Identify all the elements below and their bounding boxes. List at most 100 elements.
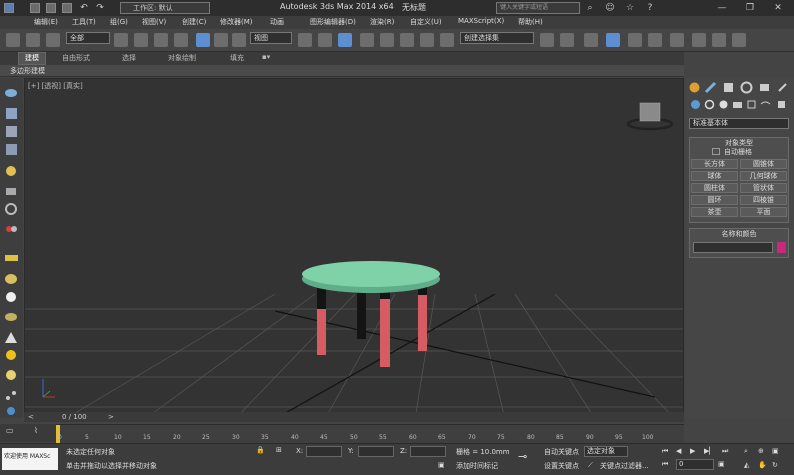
user-icon[interactable]: ☺ xyxy=(604,2,616,14)
layer-manager-icon[interactable] xyxy=(584,33,598,47)
pivot-center-icon[interactable] xyxy=(298,33,312,47)
shapes-icon[interactable] xyxy=(704,99,715,110)
y-coordinate-input[interactable] xyxy=(358,446,394,457)
geosphere-button[interactable]: 几何球体 xyxy=(740,171,787,181)
z-coordinate-input[interactable] xyxy=(410,446,446,457)
menu-edit[interactable]: 编辑(E) xyxy=(34,17,58,27)
sun-icon[interactable] xyxy=(4,348,19,363)
time-slider[interactable]: < 0 / 100 > xyxy=(24,412,684,422)
menu-create[interactable]: 创建(C) xyxy=(182,17,206,27)
rect-selection-icon[interactable] xyxy=(154,33,168,47)
next-frame-icon[interactable]: ▶▏ xyxy=(704,447,715,455)
camera-icon[interactable] xyxy=(4,184,19,199)
current-frame-input[interactable]: 0 xyxy=(676,459,714,470)
keyboard-shortcut-icon[interactable] xyxy=(338,33,352,47)
dynamics-icon[interactable] xyxy=(4,404,19,419)
ball-icon[interactable] xyxy=(4,368,19,383)
menu-view[interactable]: 视图(V) xyxy=(142,17,166,27)
box-button[interactable]: 长方体 xyxy=(691,159,738,169)
select-scale-icon[interactable] xyxy=(232,33,246,47)
select-object-icon[interactable] xyxy=(114,33,128,47)
menu-animation[interactable]: 动画 xyxy=(270,17,284,27)
go-to-end-icon[interactable]: ⏭ xyxy=(722,447,728,456)
go-to-start-icon[interactable]: ⏮ xyxy=(662,447,668,456)
display-panel-icon[interactable] xyxy=(758,81,771,94)
light-icon[interactable] xyxy=(4,164,19,179)
schematic-view-icon[interactable] xyxy=(648,33,662,47)
select-manipulate-icon[interactable] xyxy=(318,33,332,47)
hemisphere-icon[interactable] xyxy=(4,270,19,285)
tabletop[interactable] xyxy=(302,261,440,287)
sphere-button[interactable]: 球体 xyxy=(691,171,738,181)
open-file-icon[interactable] xyxy=(46,3,56,13)
selected-object-dropdown[interactable]: 选定对象 xyxy=(584,446,628,457)
tab-populate[interactable]: 填充 xyxy=(230,53,244,63)
tab-modeling[interactable]: 建模 xyxy=(18,52,46,65)
time-config-icon[interactable]: ▣ xyxy=(718,460,725,468)
workspace-dropdown[interactable]: 工作区: 默认 xyxy=(120,2,210,14)
minimize-icon[interactable]: — xyxy=(712,1,732,15)
frame-counter[interactable]: 0 / 100 xyxy=(62,413,87,421)
panel-icon[interactable] xyxy=(4,124,19,139)
plane-icon[interactable] xyxy=(4,250,19,265)
undo-icon[interactable]: ↶ xyxy=(78,2,90,14)
grid-panel-icon[interactable] xyxy=(4,142,19,157)
hierarchy-panel-icon[interactable] xyxy=(722,81,735,94)
play-icon[interactable]: ▶ xyxy=(690,447,695,455)
tab-freeform[interactable]: 自由形式 xyxy=(62,53,90,63)
absolute-mode-icon[interactable]: ⊞ xyxy=(276,446,282,454)
modify-panel-icon[interactable] xyxy=(704,81,717,94)
torus-icon[interactable] xyxy=(4,310,19,325)
ribbon-subtitle[interactable]: 多边形建模 xyxy=(10,66,45,76)
material-editor-icon[interactable] xyxy=(670,33,684,47)
track-bar[interactable]: 0 5 10 15 20 25 30 35 40 45 50 55 60 65 … xyxy=(56,424,684,443)
key-filter-icon[interactable]: ⟋ xyxy=(588,461,593,470)
add-time-tag[interactable]: 添加时间标记 xyxy=(456,461,498,471)
unlink-icon[interactable] xyxy=(26,33,40,47)
percent-snap-icon[interactable] xyxy=(400,33,414,47)
teapot-button[interactable]: 茶壶 xyxy=(691,207,738,217)
perspective-viewport[interactable]: [+] [透视] [真实] xyxy=(24,78,684,418)
key-mode-icon[interactable]: ⏮ xyxy=(662,460,668,469)
helper-icon[interactable] xyxy=(4,202,19,217)
spinner-snap-icon[interactable] xyxy=(420,33,434,47)
tab-selection[interactable]: 选择 xyxy=(122,53,136,63)
star-icon[interactable]: ☆ xyxy=(624,2,636,14)
save-file-icon[interactable] xyxy=(62,3,72,13)
utilities-panel-icon[interactable] xyxy=(776,81,789,94)
app-logo-icon[interactable] xyxy=(4,3,14,13)
auto-key-button[interactable]: 自动关键点 xyxy=(544,447,579,457)
pyramid-button[interactable]: 四棱锥 xyxy=(740,195,787,205)
spacewarps-icon[interactable] xyxy=(760,99,771,110)
reference-coord-dropdown[interactable]: 视图 xyxy=(250,32,292,44)
table-leg[interactable] xyxy=(357,289,366,339)
set-key-button[interactable]: 设置关键点 xyxy=(544,461,579,471)
select-by-name-icon[interactable] xyxy=(134,33,148,47)
select-rotate-icon[interactable] xyxy=(214,33,228,47)
angle-snap-icon[interactable] xyxy=(380,33,394,47)
cylinder-button[interactable]: 圆柱体 xyxy=(691,183,738,193)
zoom-all-icon[interactable]: ⊕ xyxy=(758,447,764,455)
snaps-toggle-icon[interactable] xyxy=(360,33,374,47)
menu-customize[interactable]: 自定义(U) xyxy=(410,17,442,27)
system-icon[interactable] xyxy=(4,222,19,237)
plane-button[interactable]: 平面 xyxy=(740,207,787,217)
lights-icon[interactable] xyxy=(718,99,729,110)
search-icon[interactable]: ⌕ xyxy=(584,2,596,14)
zoom-icon[interactable]: ⌕ xyxy=(744,447,748,456)
orbit-icon[interactable]: ↻ xyxy=(772,461,778,469)
menu-modifiers[interactable]: 修改器(M) xyxy=(220,17,253,27)
align-icon[interactable] xyxy=(560,33,574,47)
menu-help[interactable]: 帮助(H) xyxy=(518,17,543,27)
object-category-dropdown[interactable]: 标准基本体 xyxy=(689,118,789,129)
menu-maxscript[interactable]: MAXScript(X) xyxy=(458,17,504,25)
key-icon[interactable]: ⊸ xyxy=(518,450,527,463)
arrow-left-icon[interactable]: < xyxy=(28,413,34,421)
curve-icon[interactable]: ⌇ xyxy=(34,426,38,435)
help-icon[interactable]: ? xyxy=(644,2,656,14)
maxscript-listener[interactable]: 欢迎使用 MAXSc xyxy=(2,448,58,470)
cone-icon[interactable] xyxy=(4,330,19,345)
lock-selection-icon[interactable]: 🔒 xyxy=(256,446,265,454)
rendered-frame-icon[interactable] xyxy=(712,33,726,47)
new-file-icon[interactable] xyxy=(30,3,40,13)
